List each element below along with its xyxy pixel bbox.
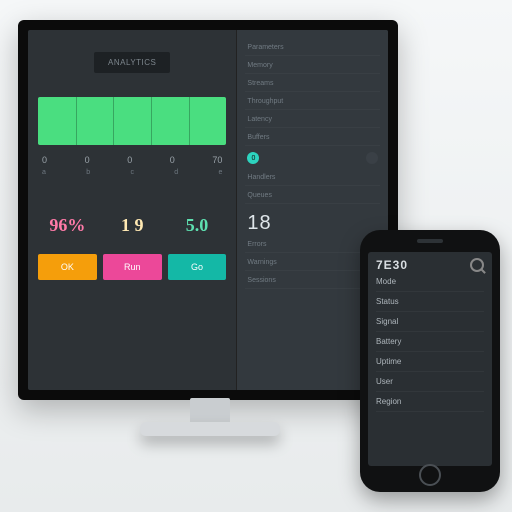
phone-row[interactable]: User [376,372,484,392]
axis-tick: 0 [42,155,47,165]
axis-tick: 70 [212,155,222,165]
axis-label: e [218,169,222,176]
metric-card-a: 96% [38,202,97,248]
metric-card-c: 5.0 [168,202,227,248]
side-big-number: 18 [245,206,380,235]
status-dot-icon[interactable] [366,152,378,164]
side-row[interactable]: Buffers [245,130,380,146]
phone-title: 7E30 [376,258,408,272]
axis-label: c [130,169,134,176]
axis-label: b [86,169,90,176]
desktop-monitor: ANALYTICS 0 0 0 0 70 a b c d e [18,20,398,400]
header-chip: ANALYTICS [94,52,170,73]
side-row[interactable]: Latency [245,112,380,128]
phone-row[interactable]: Region [376,392,484,412]
axis-tick: 0 [85,155,90,165]
monitor-stand [165,398,255,444]
side-row[interactable]: Streams [245,76,380,92]
phone-row[interactable]: Battery [376,332,484,352]
progress-bar-widget[interactable] [38,97,226,145]
main-panel: ANALYTICS 0 0 0 0 70 a b c d e [28,30,236,390]
search-icon[interactable] [470,258,484,272]
axis-tick: 0 [170,155,175,165]
mobile-phone: 7E30 Mode Status Signal Battery Uptime U… [360,230,500,492]
phone-row[interactable]: Status [376,292,484,312]
ok-button[interactable]: OK [38,254,97,280]
phone-row[interactable]: Signal [376,312,484,332]
side-row[interactable]: Queues [245,188,380,204]
phone-screen: 7E30 Mode Status Signal Battery Uptime U… [368,252,492,466]
side-row[interactable]: Handlers [245,170,380,186]
phone-speaker-icon [417,239,443,243]
metric-card-b: 1 9 [103,202,162,248]
go-button[interactable]: Go [168,254,227,280]
mini-axis-row: a b c d e [38,169,226,176]
side-panel-title: Parameters [245,40,380,56]
home-button-icon[interactable] [419,464,441,486]
side-row[interactable]: Memory [245,58,380,74]
button-row: OK Run Go [38,254,226,280]
axis-label: d [174,169,178,176]
axis-tick: 0 [127,155,132,165]
side-row[interactable]: Throughput [245,94,380,110]
axis-label: a [42,169,46,176]
side-dot-row: 0 [245,148,380,168]
axis-row: 0 0 0 0 70 [38,155,226,165]
run-button[interactable]: Run [103,254,162,280]
metric-row: 96% 1 9 5.0 [38,202,226,248]
status-dot-icon[interactable]: 0 [247,152,259,164]
phone-row[interactable]: Uptime [376,352,484,372]
phone-row[interactable]: Mode [376,272,484,292]
screen: ANALYTICS 0 0 0 0 70 a b c d e [28,30,388,390]
